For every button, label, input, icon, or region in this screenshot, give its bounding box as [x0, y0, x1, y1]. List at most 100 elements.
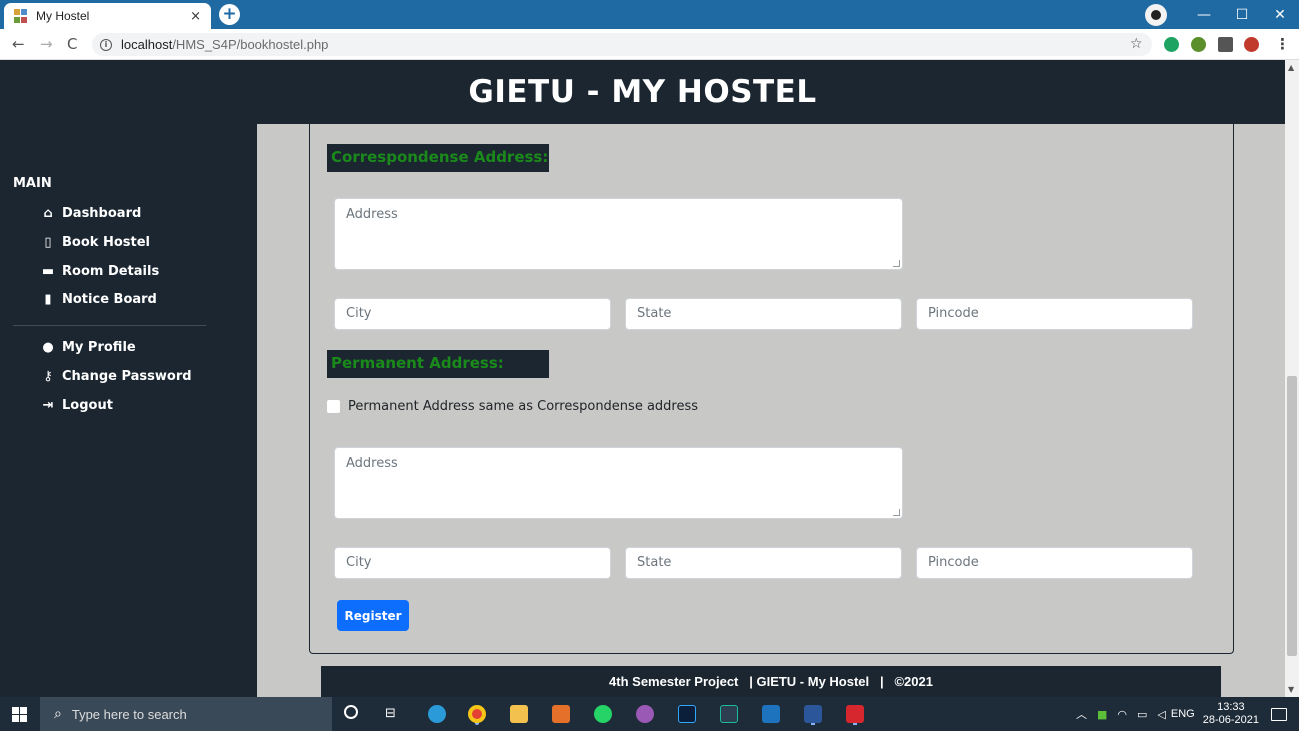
word-icon[interactable] — [804, 705, 822, 723]
forward-button[interactable]: → — [40, 35, 53, 53]
back-button[interactable]: ← — [12, 35, 25, 53]
sidebar-item-label: My Profile — [62, 340, 136, 355]
correspondence-pincode-input[interactable]: Pincode — [916, 298, 1193, 330]
tab-title: My Hostel — [36, 9, 90, 23]
sidebar: MAIN ⌂ Dashboard ▯ Book Hostel ▬ Room De… — [0, 124, 257, 697]
hostel-favicon-icon — [14, 9, 28, 23]
correspondence-city-input[interactable]: City — [334, 298, 611, 330]
clipboard-icon: ▮ — [44, 292, 52, 307]
site-title: GIETU - MY HOSTEL — [468, 74, 817, 110]
same-address-row: Permanent Address same as Correspondense… — [327, 399, 698, 414]
maximize-button[interactable]: ☐ — [1223, 7, 1261, 23]
terminal-icon[interactable] — [720, 705, 738, 723]
dashboard-icon: ⌂ — [43, 206, 53, 221]
browser-menu-icon[interactable]: ⋮ — [1275, 35, 1290, 53]
cortana-icon[interactable] — [344, 705, 358, 719]
scroll-down-icon[interactable]: ▼ — [1288, 685, 1294, 694]
address-placeholder: Address — [346, 456, 398, 471]
resize-grip-icon[interactable] — [893, 509, 900, 516]
task-view-icon[interactable]: ⊟ — [385, 706, 396, 721]
photoshop-icon[interactable] — [678, 705, 696, 723]
sidebar-item-my-profile[interactable]: ● My Profile — [40, 340, 136, 355]
sidebar-section-main: MAIN — [13, 176, 52, 191]
sublime-text-icon[interactable] — [552, 705, 570, 723]
file-explorer-icon[interactable] — [510, 705, 528, 723]
windows-taskbar: ⌕ Type here to search ⊟ ︿ ■ ◠ ▭ ◁ ENG 13… — [0, 697, 1299, 731]
scroll-up-icon[interactable]: ▲ — [1288, 63, 1294, 72]
browser-tab-strip: My Hostel × + — ☐ ✕ — [0, 0, 1299, 29]
permanent-city-input[interactable]: City — [334, 547, 611, 579]
language-indicator[interactable]: ENG — [1171, 708, 1195, 720]
same-address-label[interactable]: Permanent Address same as Correspondense… — [348, 399, 698, 414]
browser-toolbar: ← → C i localhost/HMS_S4P/bookhostel.php… — [0, 29, 1299, 60]
url-path: /HMS_S4P/bookhostel.php — [172, 37, 329, 52]
site-info-icon[interactable]: i — [100, 38, 112, 51]
windows-start-icon[interactable] — [12, 707, 27, 722]
page-footer: 4th Semester Project | GIETU - My Hostel… — [321, 666, 1221, 697]
sidebar-item-logout[interactable]: ⇥ Logout — [40, 398, 113, 413]
extension-icon[interactable] — [1191, 37, 1206, 52]
close-window-button[interactable]: ✕ — [1261, 7, 1299, 23]
app-icon[interactable] — [762, 705, 780, 723]
same-address-checkbox[interactable] — [327, 400, 340, 413]
sidebar-divider — [13, 325, 206, 326]
wifi-icon[interactable]: ◠ — [1117, 708, 1127, 721]
chrome-icon[interactable] — [468, 705, 486, 723]
user-avatar-icon[interactable] — [1244, 37, 1259, 52]
reload-button[interactable]: C — [67, 35, 77, 53]
browser-profile-icon[interactable] — [1145, 3, 1167, 26]
tray-expand-icon[interactable]: ︿ — [1076, 706, 1087, 722]
notifications-icon[interactable] — [1271, 707, 1287, 721]
permanent-address-textarea[interactable]: Address — [334, 447, 903, 519]
user-circle-icon: ● — [42, 340, 54, 355]
permanent-pincode-input[interactable]: Pincode — [916, 547, 1193, 579]
permanent-state-input[interactable]: State — [625, 547, 902, 579]
clock-date: 28-06-2021 — [1202, 714, 1259, 726]
taskbar-search-box[interactable]: ⌕ Type here to search — [40, 697, 332, 731]
whatsapp-icon[interactable] — [594, 705, 612, 723]
address-placeholder: Address — [346, 207, 398, 222]
register-button[interactable]: Register — [337, 600, 409, 631]
sidebar-item-book-hostel[interactable]: ▯ Book Hostel — [40, 235, 150, 250]
key-icon: ⚷ — [43, 369, 53, 384]
sidebar-item-dashboard[interactable]: ⌂ Dashboard — [40, 206, 141, 221]
clock-time: 13:33 — [1217, 701, 1245, 713]
extensions-puzzle-icon[interactable] — [1218, 37, 1233, 52]
page-scrollbar[interactable]: ▲ ▼ — [1285, 60, 1299, 697]
window-controls: — ☐ ✕ — [1145, 0, 1299, 29]
sidebar-item-notice-board[interactable]: ▮ Notice Board — [40, 292, 157, 307]
sidebar-item-label: Book Hostel — [62, 235, 150, 250]
scrollbar-thumb[interactable] — [1287, 376, 1297, 656]
sidebar-item-change-password[interactable]: ⚷ Change Password — [40, 369, 192, 384]
sidebar-item-label: Notice Board — [62, 292, 157, 307]
browser-tab[interactable]: My Hostel × — [4, 3, 211, 29]
tab-close-icon[interactable]: × — [190, 9, 201, 24]
bookmark-star-icon[interactable]: ☆ — [1130, 36, 1143, 52]
grammarly-extension-icon[interactable] — [1164, 37, 1179, 52]
tray-app-icon[interactable]: ■ — [1097, 708, 1107, 721]
photos-icon[interactable] — [636, 705, 654, 723]
system-tray: ︿ ■ ◠ ▭ ◁ ENG 13:33 28-06-2021 — [1071, 697, 1299, 731]
resize-grip-icon[interactable] — [893, 260, 900, 267]
correspondence-state-input[interactable]: State — [625, 298, 902, 330]
sidebar-item-label: Logout — [62, 398, 113, 413]
permanent-address-heading: Permanent Address: — [327, 350, 549, 378]
volume-icon[interactable]: ◁ — [1157, 708, 1165, 721]
battery-icon[interactable]: ▭ — [1137, 708, 1147, 721]
acrobat-icon[interactable] — [846, 705, 864, 723]
minimize-button[interactable]: — — [1185, 7, 1223, 23]
new-tab-button[interactable]: + — [219, 4, 240, 25]
correspondence-address-heading: Correspondense Address: — [327, 144, 549, 172]
correspondence-address-textarea[interactable]: Address — [334, 198, 903, 270]
sidebar-item-room-details[interactable]: ▬ Room Details — [40, 264, 159, 279]
address-bar[interactable]: i localhost/HMS_S4P/bookhostel.php — [92, 33, 1152, 56]
edge-icon[interactable] — [428, 705, 446, 723]
sidebar-item-label: Room Details — [62, 264, 160, 279]
taskbar-clock[interactable]: 13:33 28-06-2021 — [1203, 701, 1259, 727]
bed-icon: ▬ — [41, 264, 55, 279]
file-icon: ▯ — [44, 235, 52, 250]
sidebar-item-label: Change Password — [62, 369, 192, 384]
url-host: localhost — [121, 37, 173, 52]
logout-icon: ⇥ — [42, 398, 54, 413]
sidebar-item-label: Dashboard — [62, 206, 142, 221]
